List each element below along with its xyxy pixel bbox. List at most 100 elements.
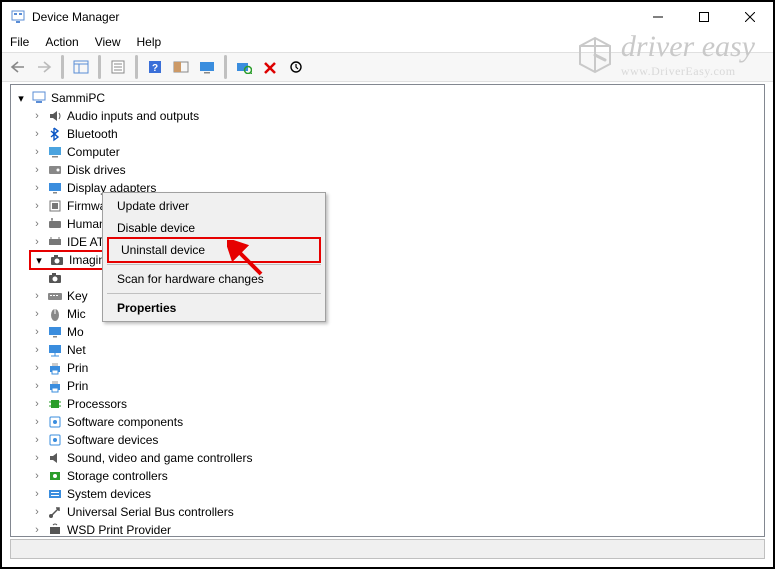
tree-item-label: Processors [67, 397, 127, 411]
back-button[interactable] [6, 55, 30, 79]
expand-arrow-icon[interactable]: › [31, 380, 43, 392]
menu-help[interactable]: Help [137, 35, 162, 49]
expand-arrow-icon[interactable]: › [31, 416, 43, 428]
expand-arrow-icon[interactable]: › [31, 308, 43, 320]
expand-arrow-icon[interactable]: › [31, 452, 43, 464]
expand-arrow-icon[interactable]: › [31, 290, 43, 302]
window-controls [635, 2, 773, 32]
storage-icon [47, 468, 63, 484]
tree-item[interactable]: › System devices [15, 485, 764, 503]
tree-item[interactable]: › WSD Print Provider [15, 521, 764, 537]
expand-arrow-icon[interactable]: › [31, 506, 43, 518]
processor-icon [47, 396, 63, 412]
tree-item-label: System devices [67, 487, 151, 501]
help-button[interactable]: ? [143, 55, 167, 79]
tree-item-label: Audio inputs and outputs [67, 109, 199, 123]
printer-icon [47, 378, 63, 394]
expand-arrow-icon[interactable]: › [31, 326, 43, 338]
tree-item-label: WSD Print Provider [67, 523, 171, 537]
toolbar: ? [2, 52, 773, 82]
tree-item[interactable]: ›Disk drives [15, 161, 764, 179]
expand-arrow-icon[interactable]: › [31, 524, 43, 536]
expand-arrow-icon[interactable]: › [31, 236, 43, 248]
expand-arrow-icon[interactable]: › [31, 164, 43, 176]
tree-item[interactable]: › Net [15, 341, 764, 359]
tree-item[interactable]: ›Universal Serial Bus controllers [15, 503, 764, 521]
cm-uninstall-device[interactable]: Uninstall device [109, 239, 319, 261]
menu-action[interactable]: Action [45, 35, 78, 49]
tree-item[interactable]: › Software devices [15, 431, 764, 449]
expand-arrow-icon[interactable]: › [31, 362, 43, 374]
mouse-icon [47, 306, 63, 322]
expand-arrow-icon[interactable]: › [31, 110, 43, 122]
tree-item[interactable]: › Processors [15, 395, 764, 413]
tree-item[interactable]: ›Sound, video and game controllers [15, 449, 764, 467]
tree-item[interactable]: › Prin [15, 359, 764, 377]
expand-arrow-icon[interactable]: › [31, 182, 43, 194]
forward-button[interactable] [32, 55, 56, 79]
printer-icon [47, 360, 63, 376]
tree-item-label: Software components [67, 415, 183, 429]
minimize-button[interactable] [635, 2, 681, 32]
disk-icon [47, 162, 63, 178]
softcomp-icon [47, 414, 63, 430]
tree-item[interactable]: ›Bluetooth [15, 125, 764, 143]
wsd-icon [47, 522, 63, 537]
pc-icon [31, 90, 47, 106]
cm-separator [107, 293, 321, 294]
expand-arrow-icon[interactable]: › [31, 344, 43, 356]
cm-disable-device[interactable]: Disable device [105, 217, 323, 239]
tree-item-label: Net [67, 343, 86, 357]
network-icon [47, 342, 63, 358]
tree-item[interactable]: ›Storage controllers [15, 467, 764, 485]
tree-item[interactable]: › Software components [15, 413, 764, 431]
toolbar-separator [224, 55, 227, 79]
collapse-arrow-icon[interactable]: ▾ [33, 254, 45, 267]
tree-item[interactable]: › Computer [15, 143, 764, 161]
tree-item-label: Prin [67, 379, 88, 393]
show-hide-tree-button[interactable] [69, 55, 93, 79]
expand-arrow-icon[interactable]: › [31, 434, 43, 446]
cm-scan-hardware[interactable]: Scan for hardware changes [105, 268, 323, 290]
device-manager-window: driver easy www.DriverEasy.com Device Ma… [0, 0, 775, 569]
tree-item[interactable]: › Prin [15, 377, 764, 395]
expand-arrow-icon[interactable]: › [31, 146, 43, 158]
expand-arrow-icon[interactable]: › [31, 128, 43, 140]
tree-root[interactable]: ▾SammiPC [15, 89, 764, 107]
update-driver-button[interactable] [284, 55, 308, 79]
expand-arrow-icon[interactable]: › [31, 398, 43, 410]
uninstall-button[interactable] [258, 55, 282, 79]
action-center-button[interactable] [169, 55, 193, 79]
expand-arrow-icon[interactable]: ▾ [15, 92, 27, 105]
keyboard-icon [47, 288, 63, 304]
toolbar-separator [135, 55, 138, 79]
scan-hardware-button[interactable] [232, 55, 256, 79]
menu-file[interactable]: File [10, 35, 29, 49]
close-button[interactable] [727, 2, 773, 32]
statusbar [10, 539, 765, 559]
tree-item-label: Software devices [67, 433, 158, 447]
tree-item[interactable]: › Audio inputs and outputs [15, 107, 764, 125]
show-hidden-button[interactable] [195, 55, 219, 79]
menu-view[interactable]: View [95, 35, 121, 49]
toolbar-separator [61, 55, 64, 79]
expand-arrow-icon[interactable]: › [31, 218, 43, 230]
properties-button[interactable] [106, 55, 130, 79]
maximize-button[interactable] [681, 2, 727, 32]
imaging-icon [47, 270, 63, 286]
monitor-icon [47, 324, 63, 340]
toolbar-separator [98, 55, 101, 79]
menubar: File Action View Help [2, 32, 773, 52]
expand-arrow-icon[interactable]: › [31, 200, 43, 212]
tree-item-label: Computer [67, 145, 120, 159]
window-title: Device Manager [32, 10, 119, 24]
cm-separator [107, 264, 321, 265]
tree-item-label: Prin [67, 361, 88, 375]
cm-update-driver[interactable]: Update driver [105, 195, 323, 217]
expand-arrow-icon[interactable]: › [31, 488, 43, 500]
bluetooth-icon [47, 126, 63, 142]
audio-icon [47, 108, 63, 124]
tree-item[interactable]: ›Mo [15, 323, 764, 341]
cm-properties[interactable]: Properties [105, 297, 323, 319]
expand-arrow-icon[interactable]: › [31, 470, 43, 482]
